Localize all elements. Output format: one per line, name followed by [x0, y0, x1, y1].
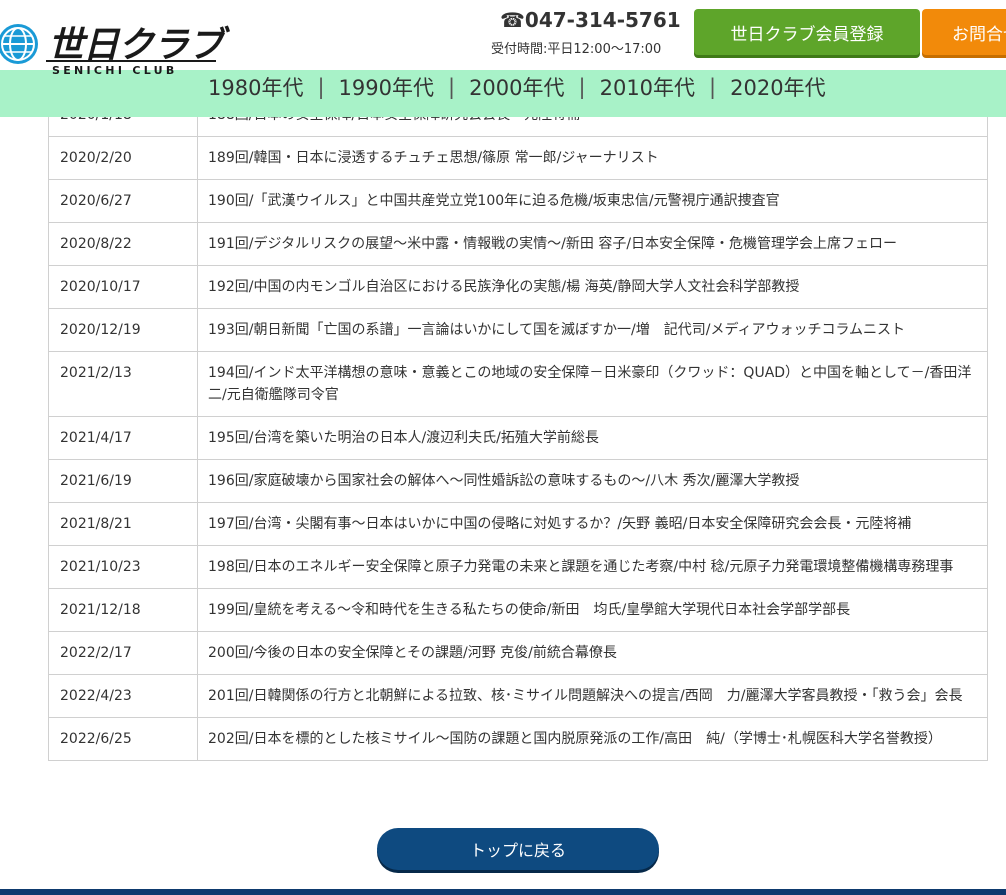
table-row: 2021/6/19 196回/家庭破壊から国家社会の解体へ～同性婚訴訟の意味する…: [48, 459, 988, 503]
table-row: 2020/12/19 193回/朝日新聞「亡国の系譜」一言論はいかにして国を滅ぼ…: [48, 308, 988, 352]
table-row: 2021/12/18 199回/皇統を考える～令和時代を生きる私たちの使命/新田…: [48, 588, 988, 632]
site-header: 世日クラブ SENICHI CLUB ☎047-314-5761 受付時間:平日…: [0, 0, 1006, 77]
lecture-date: 2021/12/18: [48, 588, 198, 632]
lecture-title: 190回/「武漢ウイルス」と中国共産党立党100年に迫る危機/坂東忠信/元警視庁…: [197, 179, 988, 223]
lecture-table: 2020/1/18 188回/日本の安全保障/日本安全保障研究会会長・元陸将補 …: [48, 93, 988, 761]
nav-separator: |: [578, 75, 586, 99]
table-row: 2022/6/25 202回/日本を標的とした核ミサイル～国防の課題と国内脱原発…: [48, 717, 988, 761]
decade-link-2020s[interactable]: 2020年代: [730, 72, 825, 102]
lecture-date: 2020/12/19: [48, 308, 198, 352]
table-row: 2022/2/17 200回/今後の日本の安全保障とその課題/河野 克俊/前統合…: [48, 631, 988, 675]
footer-bar: [0, 889, 1006, 895]
back-to-top-button[interactable]: トップに戻る: [377, 828, 659, 870]
lecture-date: 2021/10/23: [48, 545, 198, 589]
nav-separator: |: [447, 75, 456, 99]
lecture-date: 2021/2/13: [48, 351, 198, 417]
lecture-date: 2021/8/21: [48, 502, 198, 546]
lecture-title: 196回/家庭破壊から国家社会の解体へ～同性婚訴訟の意味するもの～/八木 秀次/…: [197, 459, 988, 503]
table-row: 2021/8/21 197回/台湾・尖閣有事～日本はいかに中国の侵略に対処するか…: [48, 502, 988, 546]
decade-link-2000s[interactable]: 2000年代: [469, 72, 564, 102]
contact-button-clip: お問合せ: [0, 0, 1006, 70]
lecture-date: 2020/8/22: [48, 222, 198, 266]
lecture-title: 201回/日韓関係の行方と北朝鮮による拉致、核･ミサイル問題解決への提言/西岡 …: [197, 674, 988, 718]
decade-link-1980s[interactable]: 1980年代: [208, 72, 303, 102]
lecture-date: 2022/4/23: [48, 674, 198, 718]
lecture-title: 189回/韓国・日本に浸透するチュチェ思想/篠原 常一郎/ジャーナリスト: [197, 136, 988, 180]
table-row: 2021/10/23 198回/日本のエネルギー安全保障と原子力発電の未来と課題…: [48, 545, 988, 589]
lecture-date: 2021/4/17: [48, 416, 198, 460]
contact-button[interactable]: お問合せ: [922, 9, 1006, 55]
lecture-title: 191回/デジタルリスクの展望～米中露・情報戦の実情～/新田 容子/日本安全保障…: [197, 222, 988, 266]
lecture-table-container: 2020/1/18 188回/日本の安全保障/日本安全保障研究会会長・元陸将補 …: [48, 93, 988, 761]
lecture-date: 2022/2/17: [48, 631, 198, 675]
lecture-title: 200回/今後の日本の安全保障とその課題/河野 克俊/前統合幕僚長: [197, 631, 988, 675]
lecture-date: 2022/6/25: [48, 717, 198, 761]
table-row: 2020/2/20 189回/韓国・日本に浸透するチュチェ思想/篠原 常一郎/ジ…: [48, 136, 988, 180]
lecture-title: 194回/インド太平洋構想の意味・意義とこの地域の安全保障－日米豪印（クワッド：…: [197, 351, 988, 417]
table-row: 2020/6/27 190回/「武漢ウイルス」と中国共産党立党100年に迫る危機…: [48, 179, 988, 223]
nav-separator: |: [709, 75, 717, 99]
lecture-date: 2020/6/27: [48, 179, 198, 223]
lecture-title: 202回/日本を標的とした核ミサイル～国防の課題と国内脱原発派の工作/高田 純/…: [197, 717, 988, 761]
lecture-date: 2021/6/19: [48, 459, 198, 503]
decade-link-1990s[interactable]: 1990年代: [339, 72, 434, 102]
lecture-title: 193回/朝日新聞「亡国の系譜」一言論はいかにして国を滅ぼすか一/増 記代司/メ…: [197, 308, 988, 352]
lecture-title: 198回/日本のエネルギー安全保障と原子力発電の未来と課題を通じた考察/中村 稔…: [197, 545, 988, 589]
lecture-title: 195回/台湾を築いた明治の日本人/渡辺利夫氏/拓殖大学前総長: [197, 416, 988, 460]
lecture-date: 2020/10/17: [48, 265, 198, 309]
decade-link-2010s[interactable]: 2010年代: [600, 72, 695, 102]
table-row: 2020/8/22 191回/デジタルリスクの展望～米中露・情報戦の実情～/新田…: [48, 222, 988, 266]
table-row: 2022/4/23 201回/日韓関係の行方と北朝鮮による拉致、核･ミサイル問題…: [48, 674, 988, 718]
lecture-title: 197回/台湾・尖閣有事～日本はいかに中国の侵略に対処するか？/矢野 義昭/日本…: [197, 502, 988, 546]
nav-separator: |: [317, 75, 325, 99]
lecture-title: 192回/中国の内モンゴル自治区における民族浄化の実態/楊 海英/静岡大学人文社…: [197, 265, 988, 309]
table-row: 2021/2/13 194回/インド太平洋構想の意味・意義とこの地域の安全保障－…: [48, 351, 988, 417]
table-row: 2020/10/17 192回/中国の内モンゴル自治区における民族浄化の実態/楊…: [48, 265, 988, 309]
lecture-title: 199回/皇統を考える～令和時代を生きる私たちの使命/新田 均氏/皇學館大学現代…: [197, 588, 988, 632]
lecture-date: 2020/2/20: [48, 136, 198, 180]
table-row: 2021/4/17 195回/台湾を築いた明治の日本人/渡辺利夫氏/拓殖大学前総…: [48, 416, 988, 460]
decade-nav-links: 1980年代 | 1990年代 | 2000年代 | 2010年代 | 2020…: [208, 72, 826, 102]
